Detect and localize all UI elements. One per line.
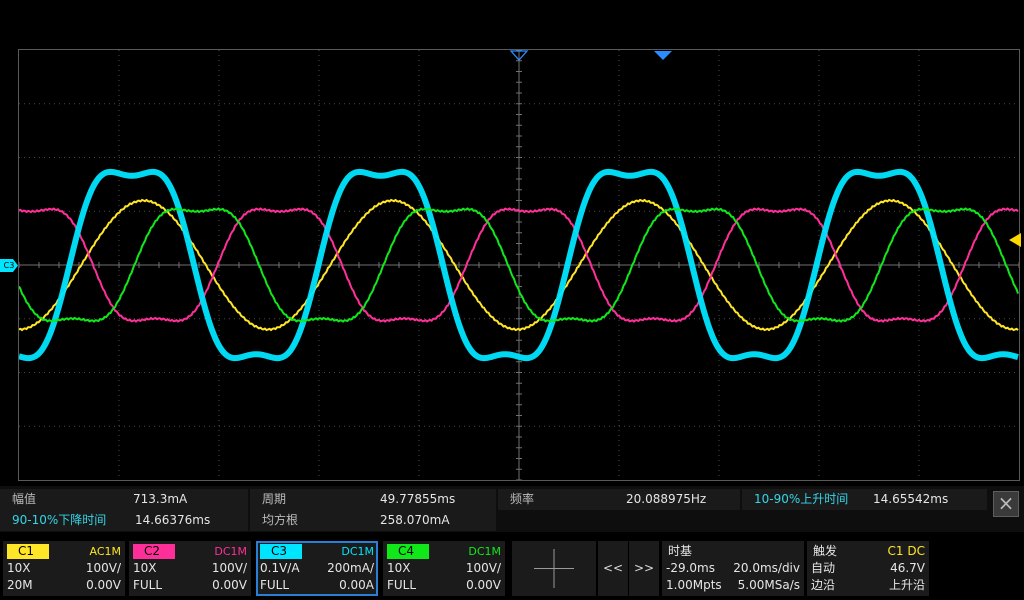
measurement-label: 90-10%下降时间 [12,513,107,527]
measurement-label: 周期 [262,492,287,506]
measurement-period: 周期 49.77855ms [250,489,496,510]
channel-4-scale: 100V/ [465,561,501,575]
channel-4-probe: 10X [387,561,411,575]
trigger-mode: 自动 [811,561,836,575]
trigger-slope: 上升沿 [888,578,925,592]
timebase-memory-depth: 1.00Mpts [666,578,722,592]
measurement-value: 713.3mA [133,492,188,506]
channel-1-coupling: AC1M [89,545,121,558]
timebase-sample-rate: 5.00MSa/s [737,578,800,592]
trigger-level: 46.7V [890,561,925,575]
channel-1-scale: 100V/ [85,561,121,575]
channel-1-bandwidth: 20M [7,578,33,592]
channel-3-bandwidth: FULL [260,578,290,592]
timebase-title: 时基 [668,544,693,558]
measurement-label: 幅值 [12,492,37,506]
measurement-value: 258.070mA [380,513,450,527]
measurement-value: 49.77855ms [380,492,456,506]
measurement-value: 14.65542ms [873,492,949,506]
channel-2-scale: 100V/ [211,561,247,575]
timebase-panel[interactable]: 时基 -29.0ms 20.0ms/div 1.00Mpts 5.00MSa/s [662,541,804,596]
channel-1-tag: C1 [7,544,49,559]
channel-3-offset: 0.00A [339,578,374,592]
channel-2-panel[interactable]: C2 DC1M 10X 100V/ FULL 0.00V [129,541,251,596]
channel-3-tag: C3 [260,544,302,559]
channel-3-panel[interactable]: C3 DC1M 0.1V/A 200mA/ FULL 0.00A [256,541,378,596]
trigger-title: 触发 [813,544,838,558]
channel-2-bandwidth: FULL [133,578,163,592]
ch3-offset-marker[interactable]: C3 [0,259,18,272]
trigger-panel[interactable]: 触发 C1 DC 自动 46.7V 边沿 上升沿 [807,541,929,596]
channel-2-coupling: DC1M [214,545,247,558]
crosshair-icon [534,549,574,588]
channel-2-offset: 0.00V [212,578,247,592]
delay-marker [654,51,672,60]
horizontal-position-control[interactable] [512,541,596,596]
channel-1-offset: 0.00V [86,578,121,592]
measurement-value: 14.66376ms [135,513,211,527]
channel-2-probe: 10X [133,561,157,575]
measurement-panel: 幅值 713.3mA 周期 49.77855ms 频率 20.088975Hz … [0,486,1024,532]
trigger-source: C1 DC [887,544,925,558]
waveform-plot [19,50,1019,480]
scroll-left-button[interactable]: << [598,541,628,596]
measurement-rms: 均方根 258.070mA [250,510,496,531]
channel-1-panel[interactable]: C1 AC1M 10X 100V/ 20M 0.00V [3,541,125,596]
close-icon: × [997,491,1015,515]
measurement-amplitude: 幅值 713.3mA [0,489,248,510]
channel-4-bandwidth: FULL [387,578,417,592]
measurement-label: 10-90%上升时间 [754,492,849,506]
measurement-value: 20.088975Hz [626,492,707,506]
measurement-frequency: 频率 20.088975Hz [498,489,740,510]
channel-3-probe: 0.1V/A [260,561,300,575]
channel-4-tag: C4 [387,544,429,559]
measurement-fall-time: 90-10%下降时间 14.66376ms [0,510,248,531]
channel-1-probe: 10X [7,561,31,575]
trigger-type: 边沿 [811,578,836,592]
waveform-display[interactable] [18,49,1020,481]
measurement-label: 频率 [510,492,535,506]
channel-4-panel[interactable]: C4 DC1M 10X 100V/ FULL 0.00V [383,541,505,596]
timebase-delay: -29.0ms [666,561,715,575]
channel-2-tag: C2 [133,544,175,559]
close-measurement-button[interactable]: × [993,491,1019,517]
channel-4-coupling: DC1M [468,545,501,558]
channel-4-offset: 0.00V [466,578,501,592]
trigger-level-marker[interactable] [1009,233,1021,247]
scroll-right-button[interactable]: >> [629,541,659,596]
channel-3-scale: 200mA/ [327,561,374,575]
channel-3-coupling: DC1M [341,545,374,558]
timebase-scale: 20.0ms/div [733,561,800,575]
measurement-label: 均方根 [262,513,299,527]
measurement-rise-time: 10-90%上升时间 14.65542ms [742,489,987,510]
